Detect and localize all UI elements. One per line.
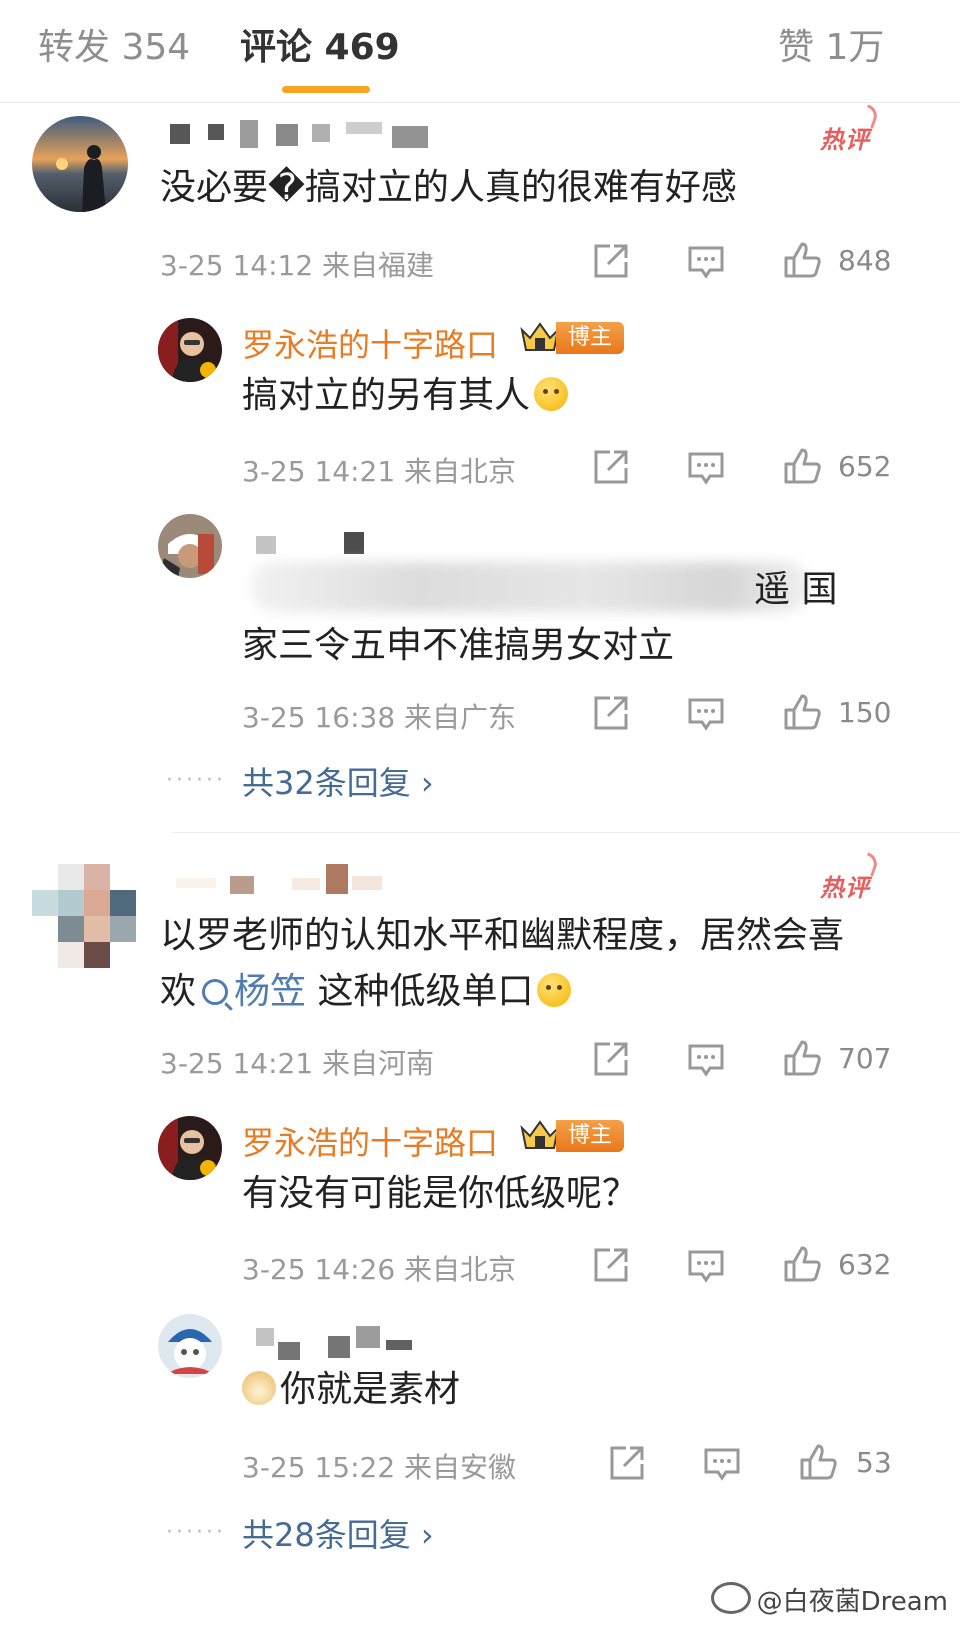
doge-emoji <box>242 1371 276 1405</box>
like-icon[interactable] <box>782 692 822 732</box>
blurred-username[interactable] <box>170 120 432 154</box>
comment-icon[interactable] <box>702 1444 742 1484</box>
smile-emoji <box>534 377 569 411</box>
comment-icon[interactable] <box>686 448 726 488</box>
hot-comment-badge: 热评 <box>820 868 870 903</box>
share-icon[interactable] <box>590 1246 630 1286</box>
watermark: @白夜菌Dream <box>710 1581 948 1618</box>
sweat-emoji <box>537 973 572 1007</box>
reply-meta: 3-25 14:21 来自北京 <box>242 455 517 488</box>
tab-likes[interactable]: 赞 1万 <box>778 18 884 70</box>
avatar[interactable] <box>32 864 136 968</box>
reply-meta: 3-25 14:26 来自北京 <box>242 1253 517 1286</box>
search-icon <box>202 979 229 1005</box>
blogger-name[interactable]: 罗永浩的十字路口 <box>242 1118 498 1164</box>
blurred-username[interactable] <box>256 1326 416 1360</box>
like-count: 150 <box>838 696 892 729</box>
blogger-avatar[interactable] <box>158 318 222 382</box>
share-icon[interactable] <box>590 694 630 734</box>
avatar[interactable] <box>158 514 222 578</box>
reply-text: 有没有可能是你低级呢？ <box>242 1173 639 1214</box>
blurred-username[interactable] <box>256 532 366 566</box>
share-icon[interactable] <box>590 1040 630 1080</box>
share-icon[interactable] <box>606 1444 646 1484</box>
blogger-tag: 博主 <box>556 1120 625 1152</box>
comment-icon[interactable] <box>686 242 726 282</box>
comment-icon[interactable] <box>686 694 726 734</box>
like-icon[interactable] <box>782 1244 822 1284</box>
blogger-name[interactable]: 罗永浩的十字路口 <box>242 320 498 366</box>
more-dots: ······ <box>166 768 226 793</box>
reply-meta: 3-25 16:38 来自广东 <box>242 701 517 734</box>
topic-link[interactable]: 杨笠 <box>202 971 306 1012</box>
like-count: 652 <box>838 450 892 483</box>
more-replies-link[interactable]: 共32条回复 › <box>242 758 434 804</box>
like-icon[interactable] <box>782 240 822 280</box>
like-count: 53 <box>856 1446 892 1479</box>
comment-tabs: 转发 354 评论 469 赞 1万 <box>0 0 960 103</box>
avatar[interactable] <box>158 1314 222 1378</box>
comment-text-line2: 欢杨笠 这种低级单口 <box>160 964 572 1020</box>
like-icon[interactable] <box>782 446 822 486</box>
like-count: 632 <box>838 1248 892 1281</box>
like-icon[interactable] <box>798 1442 838 1482</box>
like-count: 707 <box>838 1042 892 1075</box>
comment-icon[interactable] <box>686 1246 726 1286</box>
like-icon[interactable] <box>782 1038 822 1078</box>
comment-text-line1: 以罗老师的认知水平和幽默程度，居然会喜 <box>160 915 845 956</box>
blurred-username[interactable] <box>176 864 386 898</box>
more-replies-link[interactable]: 共28条回复 › <box>242 1510 434 1556</box>
blogger-avatar[interactable] <box>158 1116 222 1180</box>
tab-repost[interactable]: 转发 354 <box>38 18 190 70</box>
tab-comments[interactable]: 评论 469 <box>240 18 400 70</box>
comment-meta: 3-25 14:12 来自福建 <box>160 249 435 282</box>
reply-meta: 3-25 15:22 来自安徽 <box>242 1451 517 1484</box>
active-tab-indicator <box>282 86 370 93</box>
like-count: 848 <box>838 244 892 277</box>
weibo-logo-icon <box>710 1582 751 1614</box>
blogger-tag: 博主 <box>556 322 625 354</box>
reply-text: 搞对立的另有其人 <box>242 368 569 424</box>
hot-comment-badge: 热评 <box>820 120 870 155</box>
comment-meta: 3-25 14:21 来自河南 <box>160 1047 435 1080</box>
share-icon[interactable] <box>590 448 630 488</box>
blurred-text <box>250 562 810 612</box>
share-icon[interactable] <box>590 242 630 282</box>
comment-divider <box>172 832 960 833</box>
reply-text-line2: 家三令五申不准搞男女对立 <box>242 625 675 666</box>
avatar[interactable] <box>32 116 128 212</box>
reply-text-line1: 遥 国 <box>754 569 838 610</box>
comment-text: 没必要�搞对立的人真的很难有好感 <box>160 167 737 208</box>
comment-icon[interactable] <box>686 1040 726 1080</box>
more-dots: ······ <box>166 1520 226 1545</box>
reply-text: 你就是素材 <box>242 1362 460 1418</box>
